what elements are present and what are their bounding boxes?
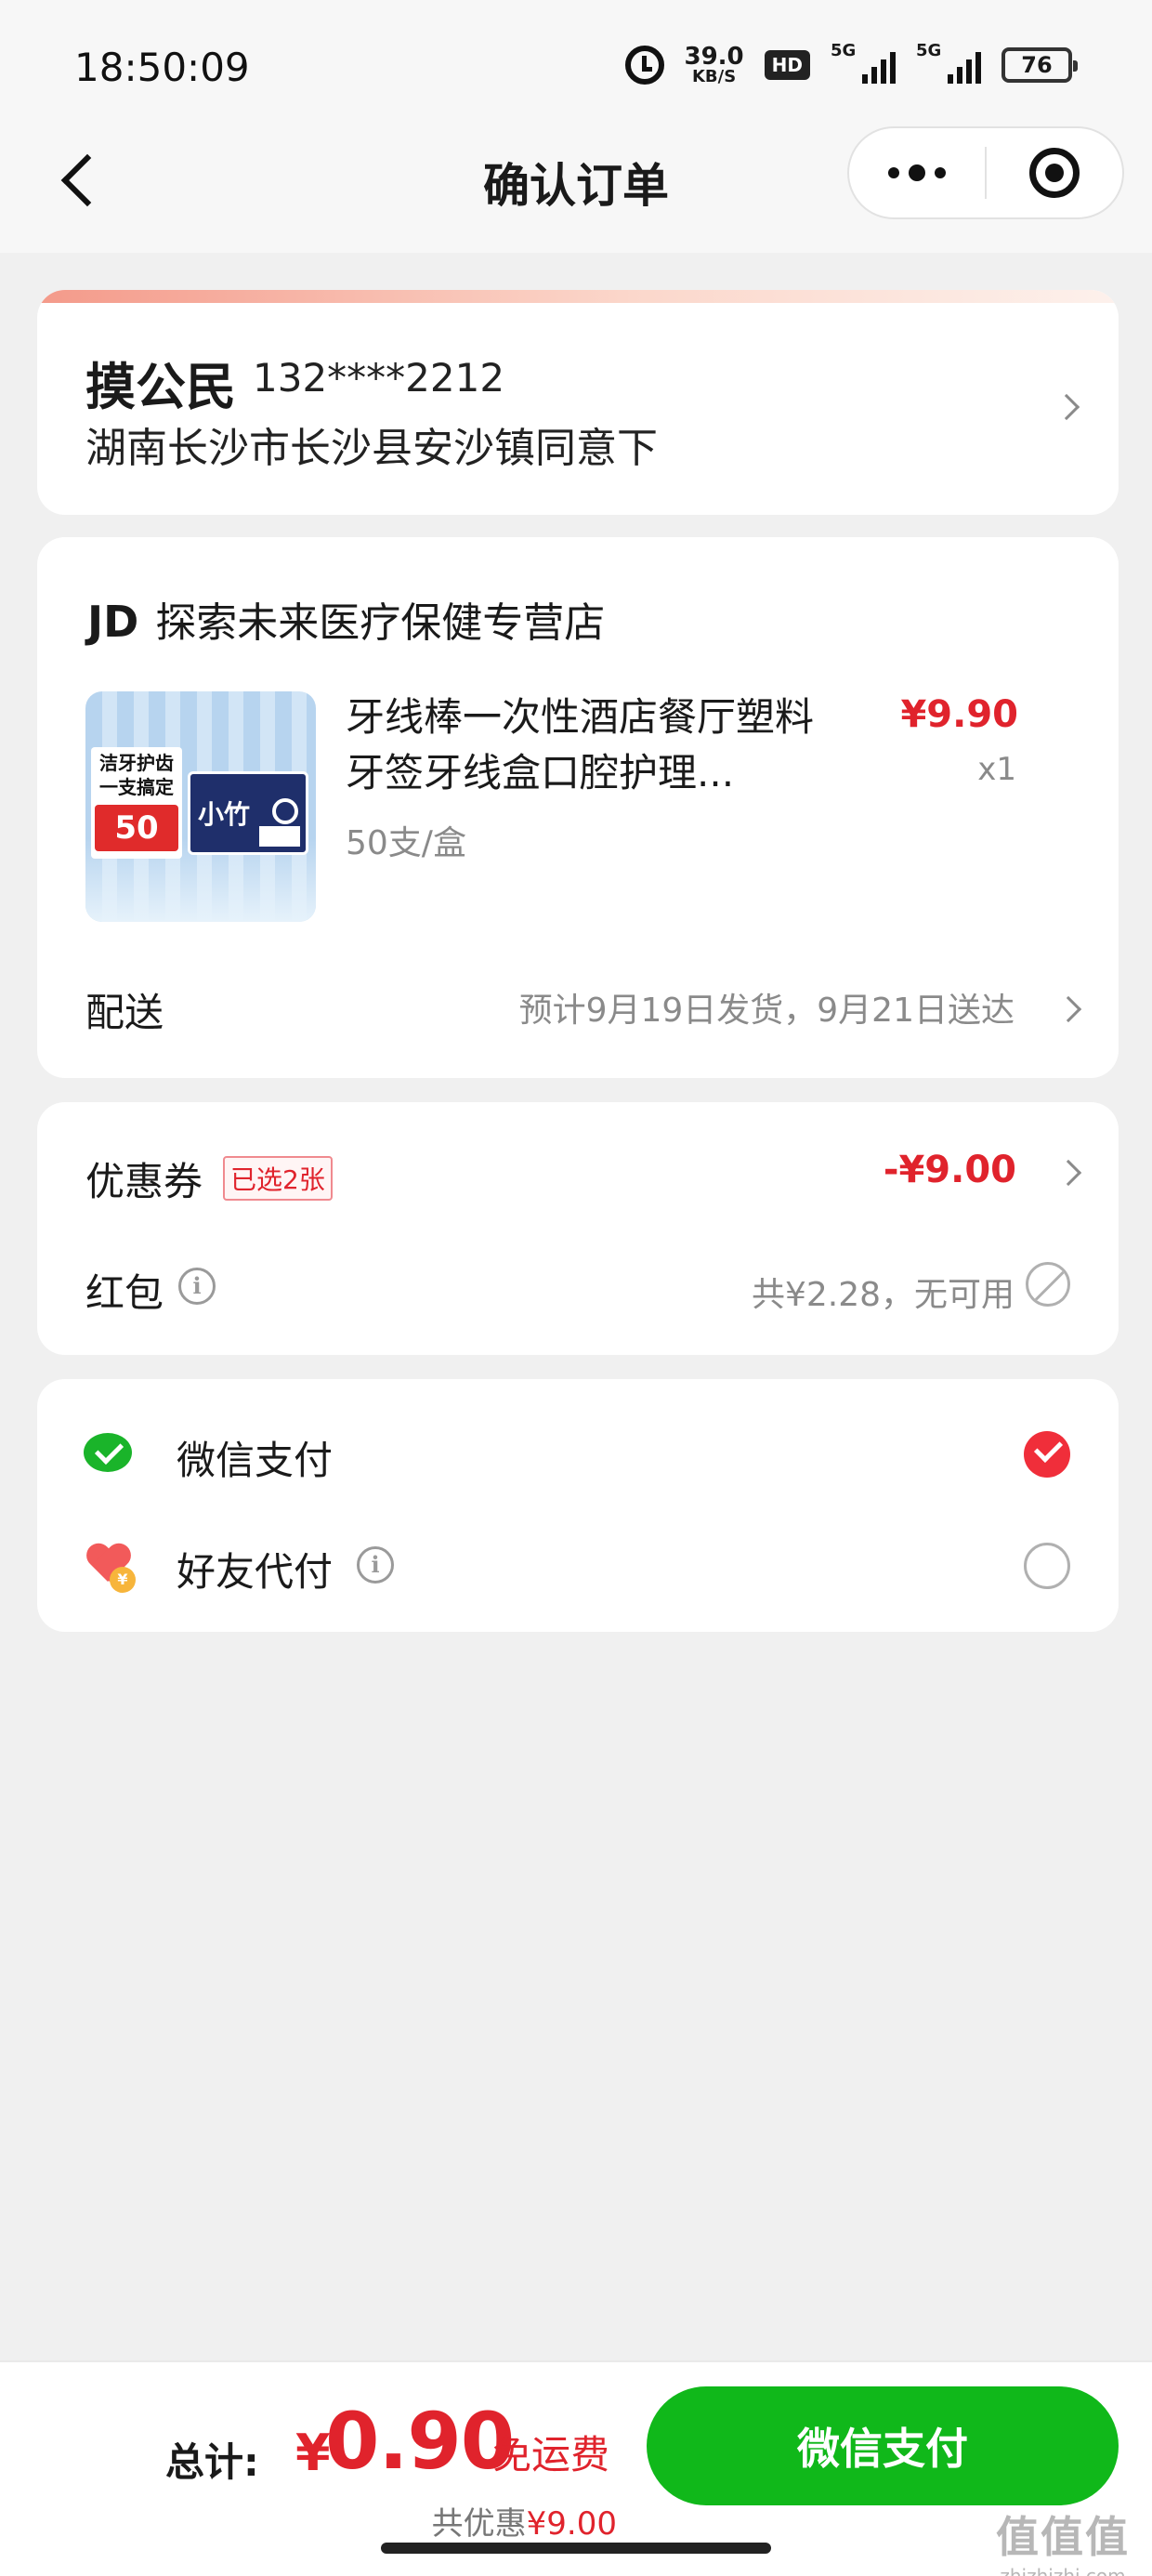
thumbnail-brand: 小竹 — [198, 799, 251, 830]
recipient-phone: 132****2212 — [253, 355, 505, 401]
product-thumbnail[interactable]: 洁牙护齿一支搞定 50 小竹 — [85, 691, 316, 922]
total-amount: 0.90 — [325, 2396, 515, 2487]
free-shipping-label: 免运费 — [492, 2432, 610, 2477]
address-detail: 湖南长沙市长沙县安沙镇同意下 — [85, 425, 658, 472]
saving-prefix: 共优惠 — [431, 2505, 527, 2543]
unavailable-icon — [1026, 1262, 1070, 1307]
top-bar: 18:50:09 39.0 KB/S HD 5G 5G 76 确认订单 — [0, 0, 1152, 253]
payment-option-friend[interactable]: ¥ 好友代付 i — [37, 1509, 1119, 1621]
redpack-info-icon[interactable]: i — [178, 1268, 216, 1305]
product-spec: 50支/盒 — [346, 824, 466, 862]
alarm-icon — [624, 46, 664, 85]
redpack-row: 红包 i 共¥2.28，无可用 — [37, 1240, 1119, 1355]
friend-pay-coin-icon: ¥ — [110, 1567, 136, 1593]
product-title[interactable]: 牙线棒一次性酒店餐厅塑料牙签牙线盒口腔护理... — [346, 690, 829, 801]
more-dots-icon[interactable] — [849, 128, 985, 217]
payment-option-label: 好友代付 — [177, 1549, 334, 1595]
thumbnail-count: 50 — [95, 805, 178, 851]
product-price: ¥9.90 — [900, 693, 1018, 736]
delivery-info[interactable]: 预计9月19日发货，9月21日送达 — [519, 983, 1015, 1032]
battery-icon: 76 — [1001, 47, 1078, 83]
radio-unchecked-icon[interactable] — [1024, 1543, 1070, 1589]
status-time: 18:50:09 — [74, 45, 250, 90]
signal-icon-1: 5G — [831, 41, 896, 84]
total-label: 总计: — [165, 2439, 259, 2485]
thumbnail-package: 小竹 — [188, 771, 308, 855]
payment-card: 微信支付 ¥ 好友代付 i — [37, 1379, 1119, 1632]
miniprogram-capsule — [847, 126, 1124, 219]
network-speed: 39.0 KB/S — [685, 45, 744, 85]
friend-pay-info-icon[interactable]: i — [357, 1546, 394, 1584]
address-card[interactable]: 摸公民 132****2212 湖南长沙市长沙县安沙镇同意下 — [37, 290, 1119, 515]
home-indicator[interactable] — [381, 2543, 771, 2554]
status-icons: 39.0 KB/S HD 5G 5G 76 — [624, 41, 1078, 85]
redpack-info: 共¥2.28，无可用 — [751, 1276, 1015, 1314]
hd-voice-icon: HD — [764, 50, 810, 80]
coupon-row[interactable]: 优惠券 已选2张 -¥9.00 — [37, 1102, 1119, 1240]
network-speed-value: 39.0 — [684, 43, 744, 71]
wechat-pay-icon — [84, 1433, 132, 1472]
chevron-right-icon — [1054, 995, 1082, 1023]
target-close-icon[interactable] — [987, 128, 1122, 217]
delivery-label: 配送 — [85, 990, 164, 1035]
redpack-label: 红包 — [85, 1270, 164, 1316]
shop-name[interactable]: JD 探索未来医疗保健专营店 — [87, 589, 605, 649]
product-quantity: x1 — [977, 751, 1016, 788]
coupon-amount: -¥9.00 — [883, 1149, 1016, 1191]
jd-logo: JD — [87, 597, 139, 647]
goods-card: JD 探索未来医疗保健专营店 洁牙护齿一支搞定 50 小竹 牙线棒一次性酒店餐厅… — [37, 537, 1119, 1078]
saving-amount: ¥9.00 — [526, 2505, 617, 2543]
thumbnail-slogan: 洁牙护齿一支搞定 — [99, 752, 174, 798]
recipient-name: 摸公民 — [85, 358, 236, 416]
signal-icon-2: 5G — [916, 41, 981, 84]
shop-name-text: 探索未来医疗保健专营店 — [155, 599, 606, 647]
watermark-url: zhizhizhi.com — [1000, 2565, 1126, 2576]
discount-card: 优惠券 已选2张 -¥9.00 红包 i 共¥2.28，无可用 — [37, 1102, 1119, 1355]
chevron-right-icon — [1054, 1159, 1082, 1187]
total-saving: 共优惠¥9.00 — [432, 2498, 617, 2543]
wechat-pay-button[interactable]: 微信支付 — [647, 2386, 1119, 2505]
watermark-logo: 值值值 — [996, 2512, 1130, 2562]
watermark: 值值值 zhizhizhi.com — [996, 2504, 1130, 2576]
thumbnail-tag: 洁牙护齿一支搞定 50 — [91, 747, 182, 859]
coupon-label: 优惠券 — [85, 1159, 203, 1204]
payment-option-wechat[interactable]: 微信支付 — [37, 1398, 1119, 1509]
network-speed-unit: KB/S — [691, 67, 737, 86]
payment-option-label: 微信支付 — [177, 1438, 334, 1483]
coupon-selected-badge: 已选2张 — [223, 1156, 333, 1201]
chevron-right-icon — [1053, 393, 1080, 421]
radio-checked-icon[interactable] — [1024, 1431, 1070, 1478]
